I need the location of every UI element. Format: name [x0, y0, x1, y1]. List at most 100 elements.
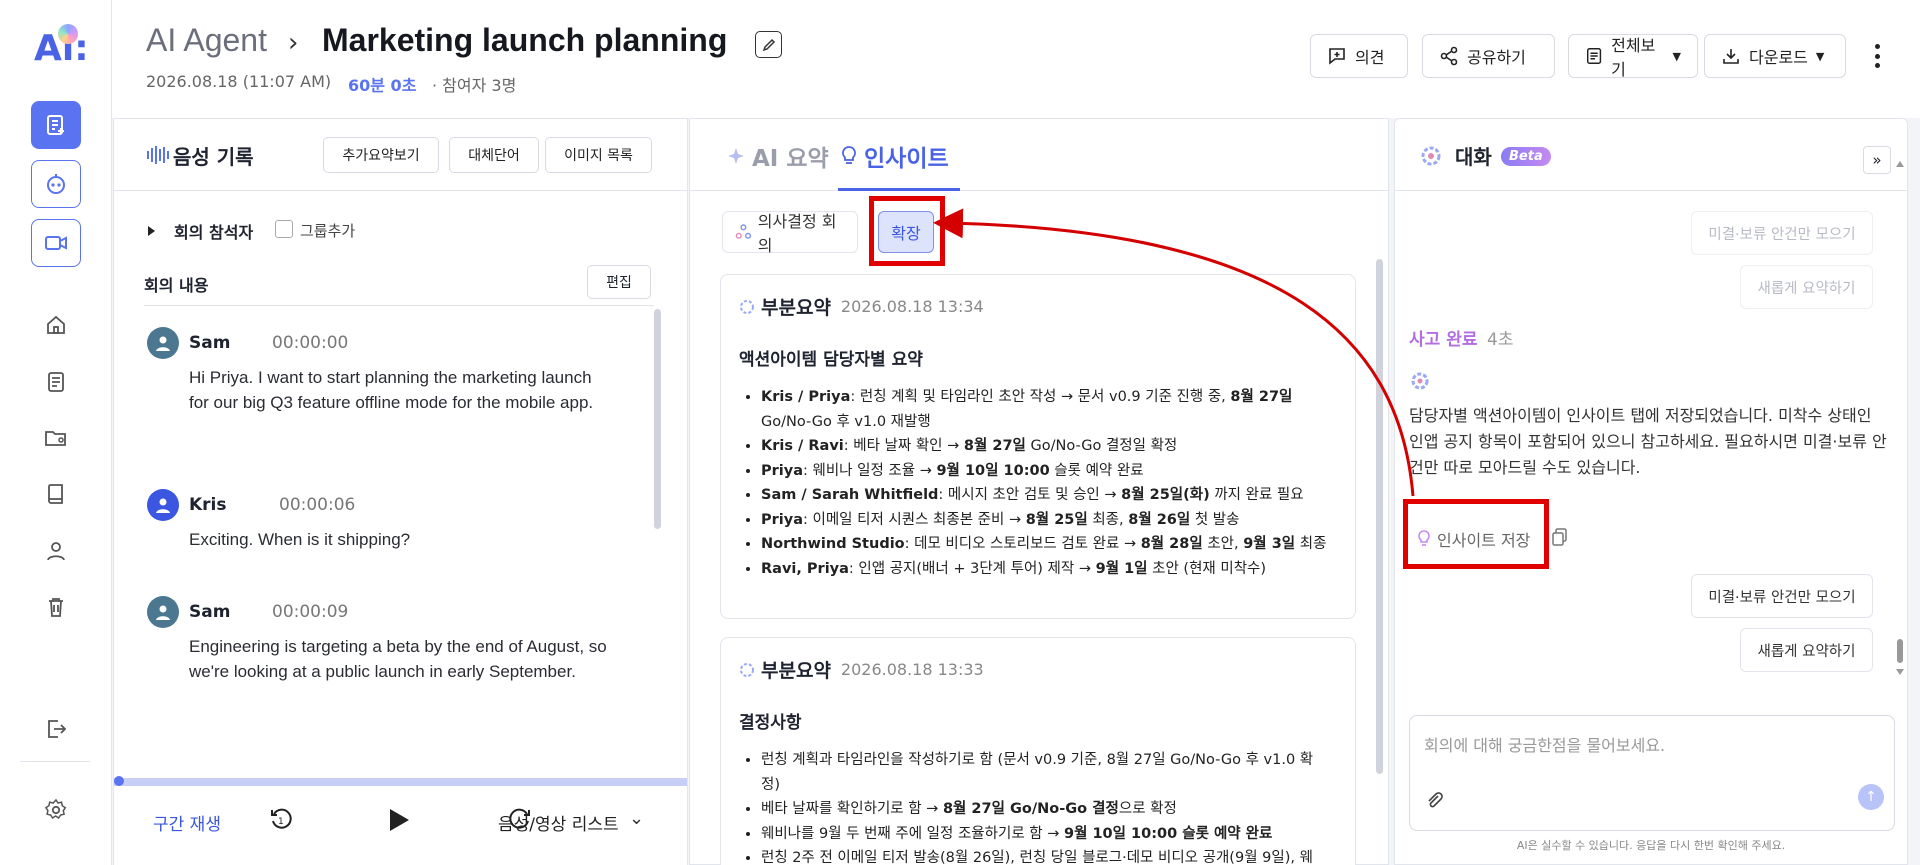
- waveform-icon: [147, 146, 169, 164]
- ai-bot-button[interactable]: [31, 160, 81, 208]
- decision-meeting-chip[interactable]: 의사결정 회의: [722, 211, 858, 255]
- partial-summary-card: 부분요약 2026.08.18 13:34 액션아이템 담당자별 요약 Kris…: [720, 274, 1356, 619]
- tab-ai-summary[interactable]: AI 요약: [726, 139, 829, 173]
- home-icon[interactable]: [39, 308, 73, 342]
- send-button[interactable]: ↑: [1858, 784, 1884, 810]
- caret-down-icon: ▼: [1815, 49, 1825, 63]
- edit-transcript-button[interactable]: 편집: [587, 265, 651, 299]
- group-add-checkbox[interactable]: [275, 220, 293, 238]
- sparkle-icon: [740, 299, 754, 314]
- replace-words-button[interactable]: 대체단어: [449, 137, 539, 173]
- download-icon: [1723, 49, 1739, 64]
- folder-share-icon[interactable]: [39, 421, 73, 455]
- message-text: Engineering is targeting a beta by the e…: [189, 637, 607, 681]
- card-subtitle: 결정사항: [739, 713, 802, 733]
- list-doc-icon: [1586, 48, 1602, 64]
- segment-play-button[interactable]: 구간 재생: [153, 810, 221, 835]
- media-list-label[interactable]: 음성/영상 리스트: [498, 810, 619, 835]
- list-item: Priya: 이메일 티저 시퀀스 최종본 준비 → 8월 25일 최종, 8월…: [761, 508, 1331, 533]
- more-options-icon[interactable]: [1874, 44, 1880, 68]
- rail-divider: [20, 761, 90, 762]
- timestamp[interactable]: 00:00:00: [272, 333, 348, 353]
- share-button[interactable]: 공유하기: [1422, 34, 1555, 78]
- list-item: 런칭 계획과 타임라인을 작성하기로 함 (문서 v0.9 기준, 8월 27일…: [761, 748, 1331, 797]
- extra-summary-button[interactable]: 추가요약보기: [323, 137, 439, 173]
- logout-icon[interactable]: [39, 712, 73, 746]
- ai-bot-icon: [47, 174, 65, 194]
- rewind-icon: 1: [271, 808, 292, 829]
- gather-pending-button[interactable]: 미결·보류 안건만 모으기: [1691, 211, 1873, 255]
- expand-triangle-icon[interactable]: [148, 226, 155, 236]
- new-note-button[interactable]: [31, 101, 81, 149]
- meeting-duration: 60분 0초: [348, 76, 417, 95]
- timestamp[interactable]: 00:00:09: [272, 602, 348, 622]
- ai-disclaimer: AI은 실수할 수 있습니다. 응답을 다시 한번 확인해 주세요.: [1516, 839, 1786, 852]
- settings-icon[interactable]: [39, 793, 73, 827]
- list-item: 웨비나를 9월 두 번째 주에 일정 조율하기로 함 → 9월 10일 10:0…: [761, 822, 1331, 847]
- divider: [144, 305, 654, 306]
- download-button[interactable]: 다운로드 ▼: [1704, 34, 1846, 78]
- edit-title-button[interactable]: [755, 31, 782, 58]
- chat-input[interactable]: 회의에 대해 궁금한점을 물어보세요. ↑: [1409, 715, 1895, 831]
- rewind-button[interactable]: 1: [268, 806, 294, 836]
- new-note-icon: [47, 115, 64, 135]
- copy-button[interactable]: [1552, 528, 1568, 550]
- attach-icon[interactable]: [1424, 790, 1444, 810]
- nodes-icon: [735, 224, 752, 239]
- document-icon[interactable]: [39, 365, 73, 399]
- summary-panel: AI 요약 인사이트 의사결정 회의 확장 부분요약 2026.08.18 13…: [689, 118, 1389, 865]
- video-record-button[interactable]: [31, 219, 81, 267]
- playback-progress-bar[interactable]: [114, 776, 687, 786]
- list-item: Northwind Studio: 데모 비디오 스토리보드 검토 완료 → 8…: [761, 532, 1331, 557]
- new-summary-button[interactable]: 새롭게 요약하기: [1740, 265, 1873, 309]
- list-item: Ravi, Priya: 인앱 공지(배너 + 3단계 투어) 제작 → 9월 …: [761, 557, 1331, 582]
- avatar: [147, 596, 179, 628]
- sparkle-icon: [740, 662, 754, 677]
- highlight-box-expand: [869, 196, 945, 266]
- timestamp[interactable]: 00:00:06: [279, 495, 355, 515]
- view-all-button[interactable]: 전체보기 ▼: [1568, 34, 1698, 79]
- summary-scrollbar[interactable]: [1376, 259, 1383, 774]
- progress-handle[interactable]: [114, 776, 124, 786]
- sparkle-logo-icon: [1421, 146, 1441, 166]
- comment-add-icon: [1329, 48, 1345, 65]
- user-icon[interactable]: [39, 534, 73, 568]
- transcript-scrollbar[interactable]: [654, 309, 661, 529]
- logo-sparkle-icon: [58, 24, 78, 44]
- list-item: Sam / Sarah Whitfield: 메시지 초안 검토 및 승인 → …: [761, 483, 1331, 508]
- participants-label[interactable]: 회의 참석자: [174, 219, 253, 243]
- new-summary-button[interactable]: 새롭게 요약하기: [1740, 628, 1873, 672]
- assistant-avatar-icon: [1411, 372, 1429, 390]
- breadcrumb-chevron-icon: ›: [288, 28, 299, 58]
- voice-record-panel: 음성 기록 추가요약보기 대체단어 이미지 목록 회의 참석자 그룹추가 회의 …: [113, 118, 688, 865]
- trash-icon[interactable]: [39, 590, 73, 624]
- chat-panel: 대화 Beta » 미결·보류 안건만 모으기 새롭게 요약하기 사고 완료 4…: [1394, 118, 1908, 865]
- decision-list: 런칭 계획과 타임라인을 작성하기로 함 (문서 v0.9 기준, 8월 27일…: [761, 748, 1331, 865]
- play-icon: [390, 809, 409, 831]
- avatar: [147, 327, 179, 359]
- book-icon[interactable]: [39, 477, 73, 511]
- card-title: 부분요약: [761, 297, 831, 319]
- chat-scrollbar[interactable]: [1895, 159, 1905, 679]
- gather-pending-button[interactable]: 미결·보류 안건만 모으기: [1691, 574, 1873, 618]
- sparkle-icon: [728, 148, 744, 164]
- play-button[interactable]: [388, 808, 410, 836]
- action-item-list: Kris / Priya: 런칭 계획 및 타임라인 초안 작성 → 문서 v0…: [761, 385, 1331, 581]
- card-header: 부분요약 2026.08.18 13:33: [739, 656, 984, 683]
- card-title: 부분요약: [761, 660, 831, 682]
- page-title: Marketing launch planning: [322, 22, 728, 58]
- image-list-button[interactable]: 이미지 목록: [545, 137, 652, 173]
- breadcrumb[interactable]: AI Agent: [146, 22, 267, 59]
- card-header: 부분요약 2026.08.18 13:34: [739, 293, 984, 320]
- card-date: 2026.08.18 13:34: [840, 297, 984, 316]
- chevron-down-icon[interactable]: ⌄: [629, 808, 644, 829]
- collapse-panel-button[interactable]: »: [1863, 146, 1891, 174]
- opinion-button[interactable]: 의견: [1310, 34, 1408, 78]
- partial-summary-card: 부분요약 2026.08.18 13:33 결정사항 런칭 계획과 타임라인을 …: [720, 637, 1356, 865]
- list-item: Kris / Ravi: 베타 날짜 확인 → 8월 27일 Go/No-Go …: [761, 434, 1331, 459]
- user-avatar-icon: [156, 498, 170, 513]
- tab-insight[interactable]: 인사이트: [840, 139, 949, 173]
- message-text: Exciting. When is it shipping?: [189, 530, 411, 549]
- highlight-box-save-insight: [1403, 499, 1549, 569]
- app-logo[interactable]: Ai:: [34, 24, 89, 69]
